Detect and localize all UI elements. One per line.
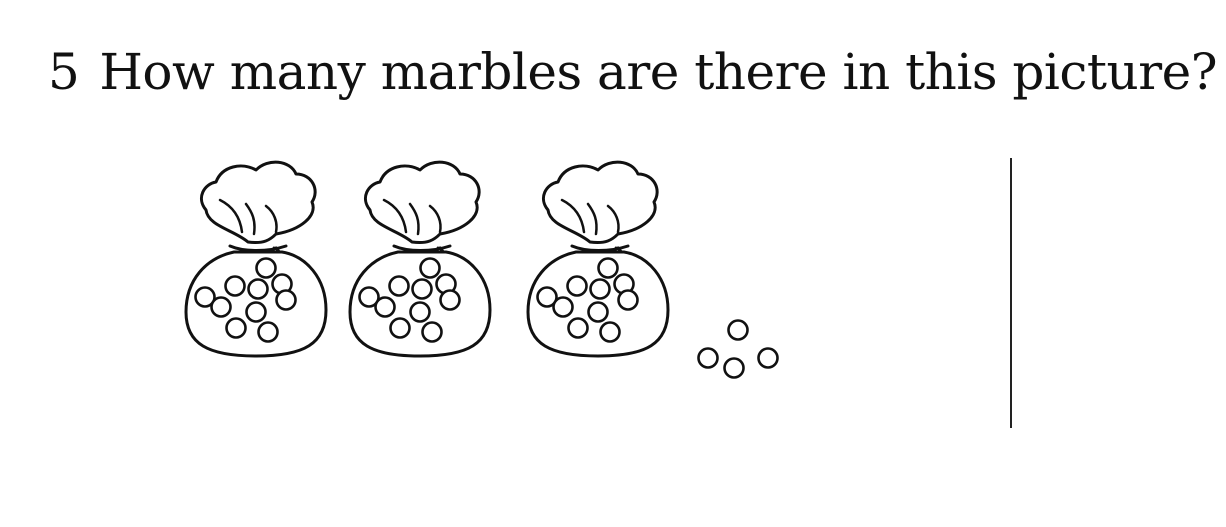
marble-icon: [599, 321, 621, 343]
marble-icon: [421, 321, 443, 343]
marble-icon: [245, 301, 267, 323]
marble-icon: [225, 317, 247, 339]
marble-icon: [247, 278, 269, 300]
marble-icon: [210, 296, 232, 318]
marble-icon: [409, 301, 431, 323]
marble-icon: [255, 257, 277, 279]
marble-icon: [257, 321, 279, 343]
marble-icon: [388, 275, 410, 297]
marble-icon: [587, 301, 609, 323]
marble-icon: [697, 347, 719, 369]
marble-bag-icon: [348, 160, 492, 358]
marble-bag-icon: [184, 160, 328, 358]
answer-divider: [1010, 158, 1012, 428]
marbles-illustration: [184, 160, 779, 379]
marble-icon: [597, 257, 619, 279]
marble-icon: [567, 317, 589, 339]
marble-icon: [411, 278, 433, 300]
marble-icon: [419, 257, 441, 279]
marble-icon: [224, 275, 246, 297]
bags-group: [184, 160, 670, 358]
marble-bag-icon: [526, 160, 670, 358]
marble-icon: [552, 296, 574, 318]
marble-icon: [727, 319, 749, 341]
marble-icon: [389, 317, 411, 339]
marble-icon: [617, 289, 639, 311]
marble-icon: [723, 357, 745, 379]
loose-marbles-group: [697, 319, 779, 379]
marble-icon: [275, 289, 297, 311]
marble-icon: [757, 347, 779, 369]
marble-icon: [566, 275, 588, 297]
marble-icon: [439, 289, 461, 311]
marble-icon: [589, 278, 611, 300]
marble-icon: [374, 296, 396, 318]
